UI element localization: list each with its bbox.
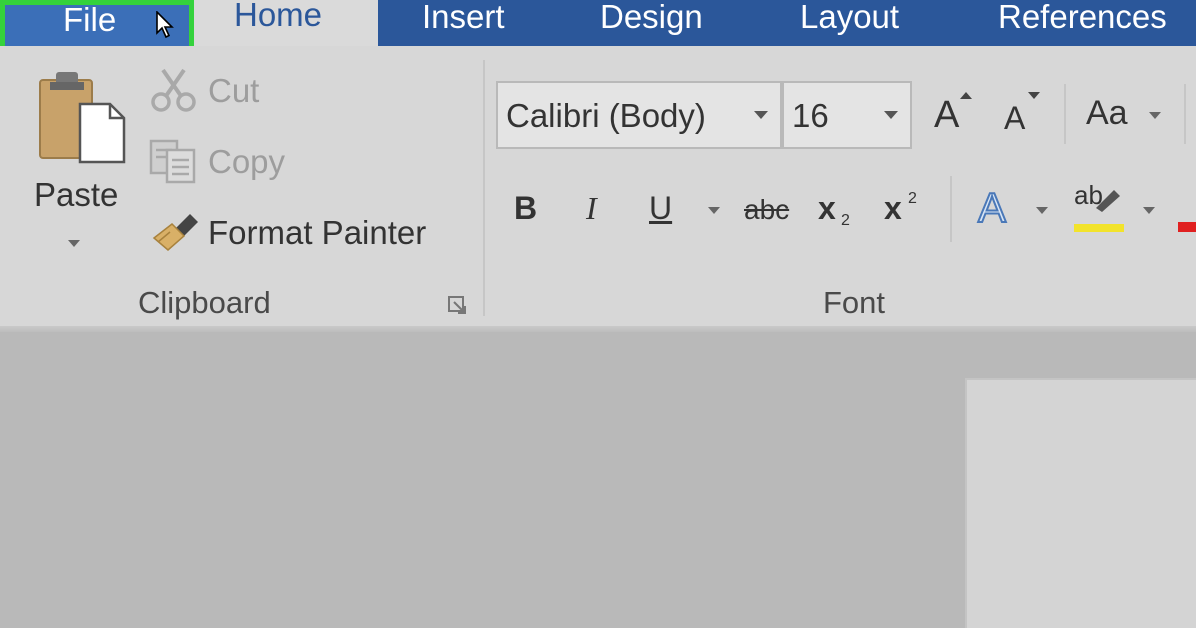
superscript-mark: 2 [908, 190, 917, 207]
underline-button[interactable]: U [649, 190, 672, 227]
copy-icon [149, 139, 196, 184]
tab-insert[interactable]: Insert [422, 0, 505, 40]
paintbrush-icon [152, 214, 198, 251]
font-size-value: 16 [792, 97, 829, 134]
shrink-arrow-icon [1028, 92, 1040, 99]
font-name-value: Calibri (Body) [506, 97, 706, 134]
change-case-label: Aa [1086, 94, 1128, 132]
subscript-mark: 2 [841, 212, 850, 229]
strikethrough-button[interactable]: abc [744, 194, 789, 226]
format-painter-label: Format Painter [208, 214, 427, 251]
subscript-x: x [818, 190, 836, 226]
paste-dropdown-icon[interactable] [68, 240, 80, 247]
grow-font-label: A [934, 94, 960, 136]
font-name-combo[interactable]: Calibri (Body) [496, 81, 782, 149]
font-size-combo[interactable]: 16 [782, 81, 912, 149]
tab-design[interactable]: Design [600, 0, 703, 40]
font-group-label: Font [823, 285, 886, 320]
highlight-dropdown-icon[interactable] [1143, 207, 1155, 214]
paste-label: Paste [34, 176, 119, 213]
change-case-dropdown-icon[interactable] [1149, 112, 1161, 119]
copy-label: Copy [208, 143, 286, 180]
font-separator-1 [1064, 84, 1066, 144]
tab-home-label: Home [234, 0, 323, 33]
font-separator-2 [1184, 84, 1186, 144]
tab-references[interactable]: References [998, 0, 1167, 40]
italic-button[interactable]: I [586, 190, 597, 227]
clipboard-group-label: Clipboard [138, 285, 271, 320]
cut-label: Cut [208, 72, 260, 109]
text-effects-icon: A [977, 183, 1007, 232]
ribbon-tab-bar: File Home Insert Design Layout Reference… [0, 0, 1196, 56]
tab-home[interactable]: Home [194, 0, 378, 46]
highlighter-pen-icon [1096, 190, 1120, 212]
scissors-icon [151, 68, 196, 112]
group-separator [483, 60, 485, 316]
superscript-x: x [884, 190, 902, 226]
grow-arrow-icon [960, 92, 972, 99]
mouse-cursor-icon [156, 11, 174, 39]
font-color-bar[interactable] [1178, 222, 1196, 232]
underline-dropdown-icon[interactable] [708, 207, 720, 214]
tab-layout[interactable]: Layout [800, 0, 899, 40]
highlight-color-bar [1074, 224, 1124, 232]
paste-clipboard-icon [39, 72, 126, 164]
dialog-launcher-icon[interactable] [446, 294, 468, 316]
font-name-dropdown-icon[interactable] [754, 111, 768, 119]
tab-file-label: File [63, 1, 117, 38]
text-effects-dropdown-icon[interactable] [1036, 207, 1048, 214]
word-window: File Home Insert Design Layout Reference… [0, 0, 1196, 628]
font-separator-3 [950, 176, 952, 242]
bold-button[interactable]: B [514, 190, 537, 227]
document-page[interactable] [965, 378, 1196, 628]
shrink-font-label: A [1004, 100, 1026, 136]
font-size-dropdown-icon[interactable] [884, 111, 898, 119]
